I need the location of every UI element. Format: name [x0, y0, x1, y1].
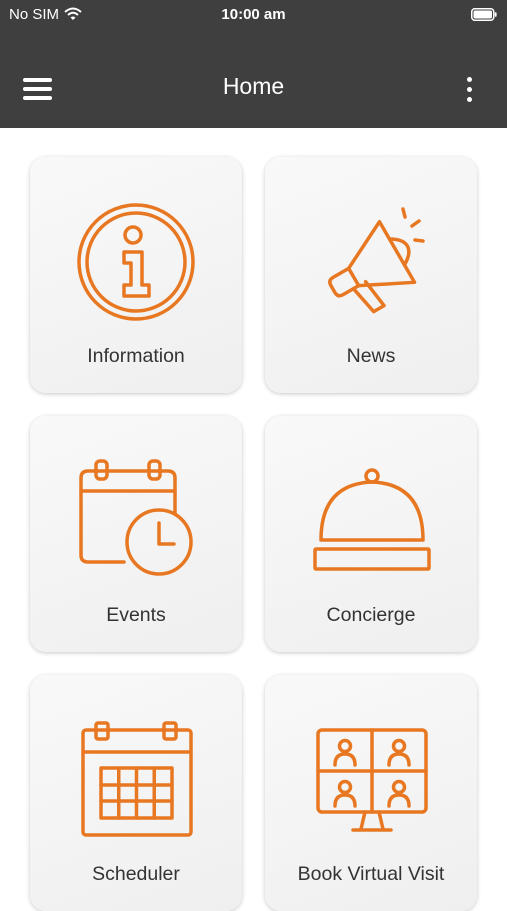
tile-label: Book Virtual Visit — [297, 863, 445, 885]
app-header: Home — [0, 30, 507, 128]
tile-events[interactable]: Events — [30, 416, 242, 652]
status-bar: No SIM 10:00 am — [0, 0, 507, 30]
tile-information[interactable]: Information — [30, 157, 242, 393]
tile-label: News — [346, 345, 396, 367]
tile-news[interactable]: News — [265, 157, 477, 393]
calendar-clock-icon — [76, 456, 196, 586]
tile-concierge[interactable]: Concierge — [265, 416, 477, 652]
tile-scheduler[interactable]: Scheduler — [30, 675, 242, 911]
service-bell-icon — [311, 456, 431, 586]
tile-label: Information — [87, 345, 185, 367]
battery-icon — [471, 8, 497, 21]
status-time: 10:00 am — [221, 6, 286, 23]
tile-label: Events — [106, 604, 166, 626]
megaphone-icon — [311, 197, 431, 327]
tile-book-virtual-visit[interactable]: Book Virtual Visit — [265, 675, 477, 911]
more-vertical-icon[interactable] — [454, 72, 484, 112]
info-icon — [76, 197, 196, 327]
tile-label: Scheduler — [92, 863, 180, 885]
video-call-icon — [311, 715, 431, 845]
calendar-grid-icon — [76, 715, 196, 845]
tile-label: Concierge — [326, 604, 416, 626]
page-title: Home — [222, 73, 285, 99]
